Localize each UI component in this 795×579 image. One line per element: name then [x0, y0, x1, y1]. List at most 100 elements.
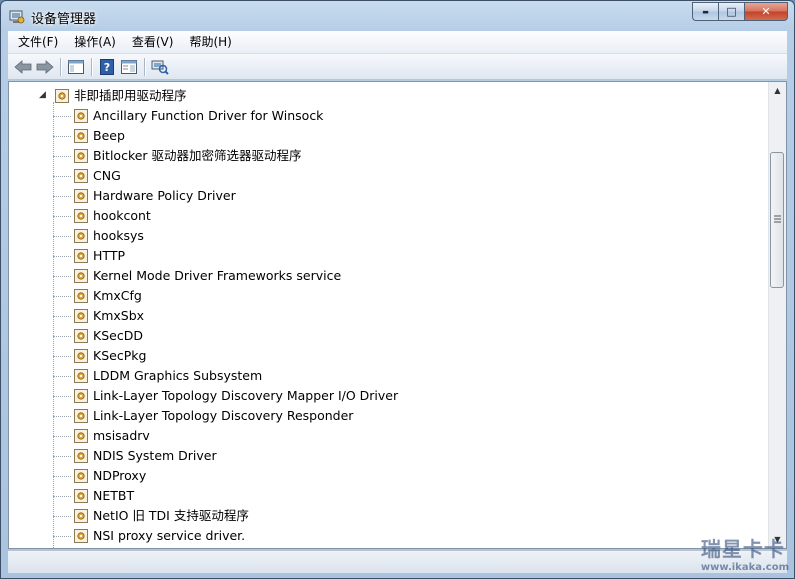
tree-item-label: NETBT: [93, 488, 135, 503]
tree-item[interactable]: Link-Layer Topology Discovery Responder: [9, 406, 709, 426]
menu-file[interactable]: 文件(F): [8, 31, 66, 53]
driver-icon: [74, 269, 88, 283]
minimize-button[interactable]: ▬: [692, 2, 718, 21]
tree-item[interactable]: Ancillary Function Driver for Winsock: [9, 106, 709, 126]
menu-bar: 文件(F) 操作(A) 查看(V) 帮助(H): [8, 31, 787, 54]
tree-item[interactable]: msisadrv: [9, 426, 709, 446]
tree-category-label: 非即插即用驱动程序: [74, 88, 187, 103]
tree-item[interactable]: NDProxy: [9, 466, 709, 486]
toolbar-separator: [144, 57, 145, 76]
tree-item[interactable]: HTTP: [9, 246, 709, 266]
maximize-button[interactable]: □: [718, 2, 744, 21]
svg-text:?: ?: [104, 61, 110, 74]
properties-pane-button[interactable]: [118, 56, 140, 78]
tree-item-label: Hardware Policy Driver: [93, 188, 236, 203]
driver-icon: [74, 209, 88, 223]
tree-item-label: msisadrv: [93, 428, 150, 443]
tree-item[interactable]: Bitlocker 驱动器加密筛选器驱动程序: [9, 146, 709, 166]
driver-icon: [74, 229, 88, 243]
driver-icon: [74, 349, 88, 363]
tree-item[interactable]: KmxSbx: [9, 306, 709, 326]
tree-item[interactable]: CNG: [9, 166, 709, 186]
tree-item-label: KmxCfg: [93, 288, 142, 303]
tree-item[interactable]: NETBT: [9, 486, 709, 506]
driver-icon: [74, 369, 88, 383]
tree-item-label: NDIS System Driver: [93, 448, 217, 463]
scroll-up-icon: ▲: [774, 86, 781, 95]
tree-item-label: KSecPkg: [93, 348, 147, 363]
window-title: 设备管理器: [31, 12, 97, 27]
expanded-arrow-icon[interactable]: ◢: [39, 90, 49, 100]
driver-icon: [74, 109, 88, 123]
tree-item[interactable]: Hardware Policy Driver: [9, 186, 709, 206]
title-bar[interactable]: 设备管理器 ▬ □ ✕: [1, 1, 794, 31]
tree-item-label: Beep: [93, 128, 125, 143]
tree-item[interactable]: Link-Layer Topology Discovery Mapper I/O…: [9, 386, 709, 406]
menu-help[interactable]: 帮助(H): [181, 31, 239, 53]
driver-icon: [74, 289, 88, 303]
menu-action[interactable]: 操作(A): [66, 31, 124, 53]
tree-item-label: Ancillary Function Driver for Winsock: [93, 108, 324, 123]
show-hide-console-tree-button[interactable]: [65, 56, 87, 78]
tree-item-label: hooksys: [93, 228, 144, 243]
back-button[interactable]: [12, 56, 34, 78]
driver-icon: [74, 429, 88, 443]
show-hide-console-tree-icon: [68, 59, 84, 74]
close-icon: ✕: [761, 5, 771, 18]
watermark-url: www.ikaka.com: [700, 562, 789, 573]
close-button[interactable]: ✕: [744, 2, 788, 21]
tree-item[interactable]: NDIS System Driver: [9, 446, 709, 466]
scroll-thumb[interactable]: [770, 152, 784, 288]
vertical-scrollbar[interactable]: ▲ ▼: [768, 82, 786, 548]
tree-item-label: LDDM Graphics Subsystem: [93, 368, 263, 383]
watermark-title: 瑞星卡卡: [700, 537, 785, 561]
watermark: 瑞星卡卡 www.ikaka.com: [701, 533, 789, 573]
scroll-up-button[interactable]: ▲: [769, 82, 786, 99]
forward-button[interactable]: [34, 56, 56, 78]
driver-icon: [74, 249, 88, 263]
properties-pane-icon: [121, 59, 137, 74]
tree-item-label: Kernel Mode Driver Frameworks service: [93, 268, 342, 283]
tree-item[interactable]: KmxCfg: [9, 286, 709, 306]
driver-icon: [74, 149, 88, 163]
tree-item[interactable]: KSecPkg: [9, 346, 709, 366]
status-bar: [8, 550, 787, 573]
tree-item[interactable]: Kernel Mode Driver Frameworks service: [9, 266, 709, 286]
back-icon: [14, 59, 32, 74]
tree-item[interactable]: hookcont: [9, 206, 709, 226]
driver-icon: [74, 509, 88, 523]
scan-hardware-changes-icon: [151, 60, 169, 75]
tree-item[interactable]: KSecDD: [9, 326, 709, 346]
scroll-grip-icon: [774, 215, 781, 223]
tree-item-label: HTTP: [93, 248, 125, 263]
tree-item[interactable]: LDDM Graphics Subsystem: [9, 366, 709, 386]
tree-item[interactable]: Beep: [9, 126, 709, 146]
toolbar: ?: [8, 54, 787, 80]
help-button[interactable]: ?: [96, 56, 118, 78]
device-manager-icon: [9, 10, 25, 24]
driver-icon: [74, 529, 88, 543]
driver-category-icon: [55, 89, 69, 103]
help-icon: ?: [100, 58, 114, 75]
driver-icon: [74, 189, 88, 203]
driver-icon: [74, 129, 88, 143]
tree-item-label: Link-Layer Topology Discovery Mapper I/O…: [93, 388, 399, 403]
tree-item[interactable]: NetIO 旧 TDI 支持驱动程序: [9, 506, 709, 526]
minimize-icon: ▬: [702, 7, 709, 16]
tree-item-label: hookcont: [93, 208, 151, 223]
driver-icon: [74, 449, 88, 463]
scan-hardware-changes-button[interactable]: [149, 56, 171, 78]
caption-buttons: ▬ □ ✕: [692, 2, 788, 21]
menu-view[interactable]: 查看(V): [124, 31, 182, 53]
maximize-icon: □: [726, 5, 737, 18]
tree-item[interactable]: hooksys: [9, 226, 709, 246]
tree-item-label: CNG: [93, 168, 121, 183]
tree-item-label: KmxSbx: [93, 308, 145, 323]
device-tree-pane: ◢ 非即插即用驱动程序 Ancillary Function Driver fo…: [8, 81, 787, 549]
toolbar-separator: [91, 57, 92, 76]
tree-item[interactable]: NSI proxy service driver.: [9, 526, 709, 546]
driver-icon: [74, 409, 88, 423]
tree-item-label: Bitlocker 驱动器加密筛选器驱动程序: [93, 148, 302, 163]
tree-item-label: Link-Layer Topology Discovery Responder: [93, 408, 354, 423]
forward-icon: [36, 59, 54, 74]
